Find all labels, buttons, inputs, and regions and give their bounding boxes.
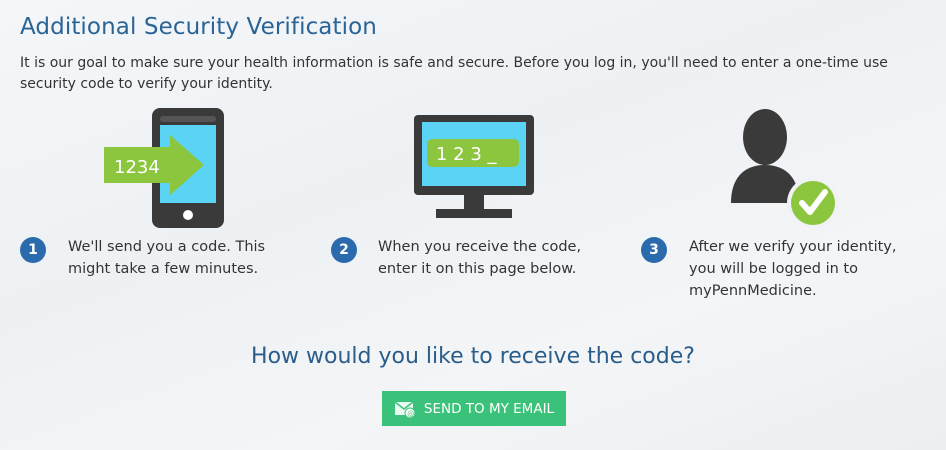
step-3-line-2: you will be logged in to xyxy=(689,261,858,277)
page-title: Additional Security Verification xyxy=(20,14,377,40)
monitor-icon: 1 2 3 _ xyxy=(414,115,534,218)
step-2-text: When you receive the code, enter it on t… xyxy=(378,236,581,280)
step-2-line-2: enter it on this page below. xyxy=(378,261,577,277)
intro-text: It is our goal to make sure your health … xyxy=(20,55,888,92)
phone-icon: 1234 xyxy=(104,108,224,228)
step-1-text: We'll send you a code. This might take a… xyxy=(68,236,265,280)
monitor-illustration: 1 2 3 _ xyxy=(414,115,536,225)
monitor-code-text: 1 2 3 _ xyxy=(436,144,498,165)
email-icon: @ xyxy=(394,400,416,418)
step-2-number: 2 xyxy=(331,237,357,263)
verified-user-icon xyxy=(731,109,839,229)
step-3-text: After we verify your identity, you will … xyxy=(689,236,897,302)
user-illustration xyxy=(729,107,841,231)
delivery-question: How would you like to receive the code? xyxy=(251,344,695,369)
send-to-email-label: SEND TO MY EMAIL xyxy=(423,400,555,417)
phone-code-text: 1234 xyxy=(114,157,160,178)
step-1-line-2: might take a few minutes. xyxy=(68,261,259,277)
step-3-line-1: After we verify your identity, xyxy=(689,239,897,255)
svg-text:@: @ xyxy=(407,410,414,418)
step-3-line-3: myPennMedicine. xyxy=(689,283,817,299)
send-to-email-button[interactable]: @ SEND TO MY EMAIL xyxy=(382,391,566,426)
step-1-line-1: We'll send you a code. This xyxy=(68,239,266,255)
step-3-number: 3 xyxy=(641,237,667,263)
step-2-line-1: When you receive the code, xyxy=(378,239,582,255)
step-1-number: 1 xyxy=(20,237,46,263)
phone-illustration: 1234 xyxy=(104,107,226,233)
